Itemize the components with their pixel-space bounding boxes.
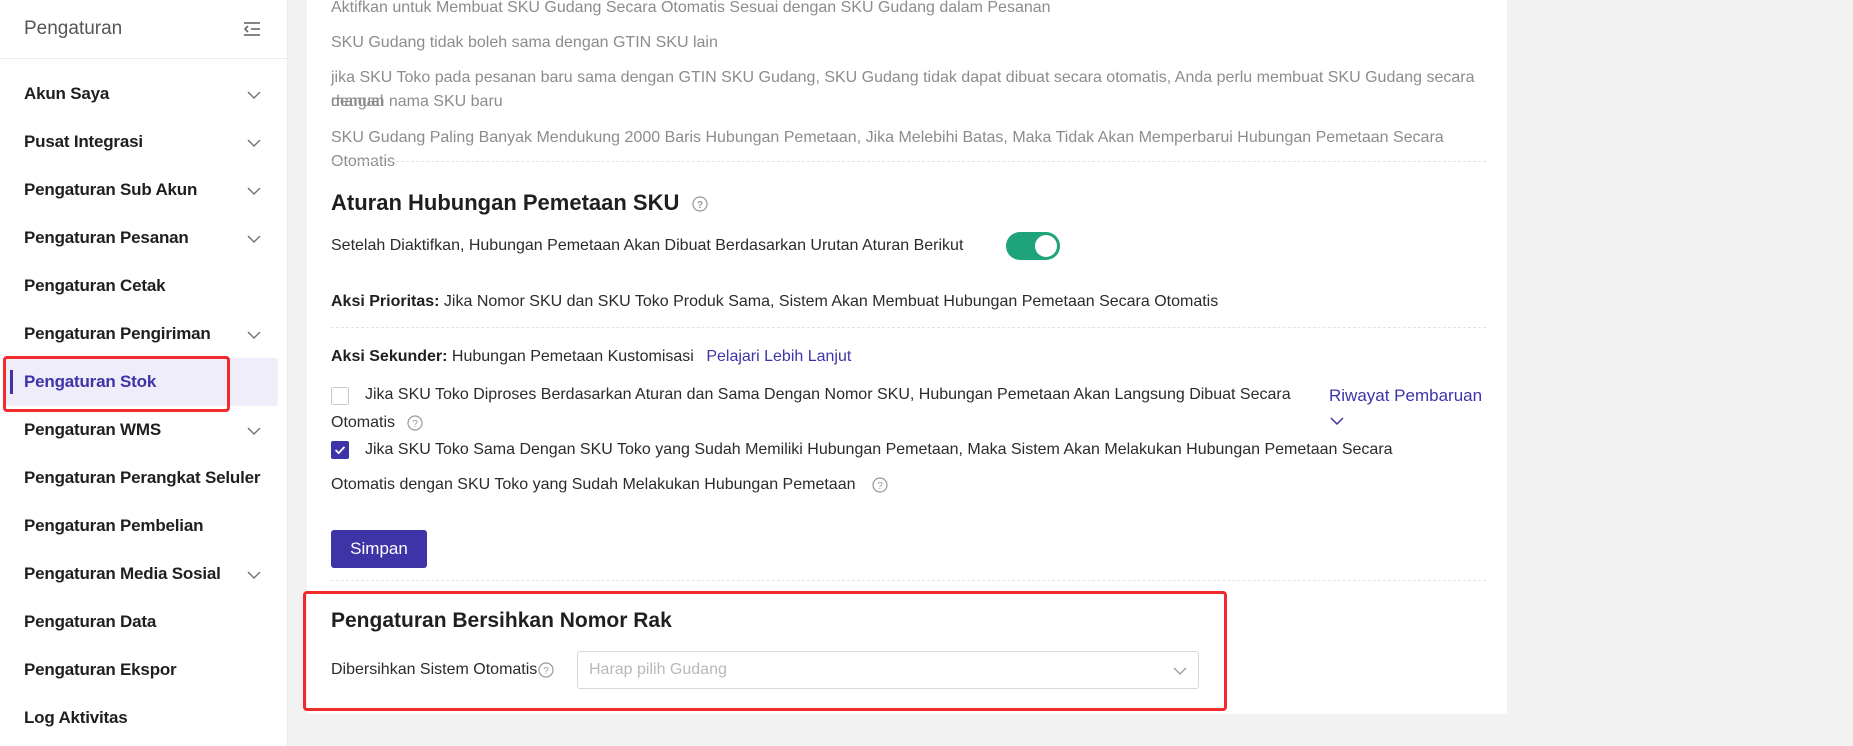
sidebar-item-sub-akun[interactable]: Pengaturan Sub Akun (0, 166, 287, 214)
save-button[interactable]: Simpan (331, 530, 427, 568)
note-text: jika SKU Toko pada pesanan baru sama den… (331, 69, 1475, 110)
highlight-box (303, 591, 1227, 711)
mapping-title: Aturan Hubungan Pemetaan SKU (331, 190, 680, 215)
sidebar-item-wms[interactable]: Pengaturan WMS (0, 406, 287, 454)
sidebar-item-media-sosial[interactable]: Pengaturan Media Sosial (0, 550, 287, 598)
chevron-down-icon (247, 91, 261, 100)
sidebar-item-label: Pusat Integrasi (24, 132, 143, 151)
option2-text-cont: Otomatis dengan SKU Toko yang Sudah Mela… (331, 473, 888, 497)
option1-text-end: Otomatis (331, 414, 396, 431)
sidebar-item-label: Pengaturan Media Sosial (24, 564, 221, 583)
sidebar-item-label: Pengaturan Sub Akun (24, 180, 198, 199)
collapse-menu-icon[interactable] (242, 20, 262, 38)
chevron-down-icon (247, 427, 261, 436)
sidebar-item-label: Pengaturan Pembelian (24, 516, 204, 535)
sidebar-item-label: Pengaturan Data (24, 612, 157, 631)
section-title: Aturan Hubungan Pemetaan SKU ? (331, 190, 708, 216)
option2-checkbox[interactable] (331, 441, 349, 459)
sidebar-item-akun-saya[interactable]: Akun Saya (0, 70, 287, 118)
svg-text:?: ? (696, 200, 702, 211)
divider (331, 161, 1486, 162)
highlight-box (3, 356, 230, 412)
secondary-text: Hubungan Pemetaan Kustomisasi (447, 348, 694, 365)
priority-action: Aksi Prioritas: Jika Nomor SKU dan SKU T… (331, 290, 1218, 314)
option2-text: Jika SKU Toko Sama Dengan SKU Toko yang … (365, 441, 1393, 458)
sidebar-title: Pengaturan (24, 18, 123, 39)
mapping-toggle-switch[interactable] (1006, 232, 1060, 260)
sidebar-item-label: Pengaturan Pesanan (24, 228, 189, 247)
sidebar-item-pusat-integrasi[interactable]: Pusat Integrasi (0, 118, 287, 166)
chevron-down-icon (247, 571, 261, 580)
sidebar-header: Pengaturan (0, 0, 287, 59)
check-icon (334, 446, 346, 455)
sidebar-item-label: Pengaturan WMS (24, 420, 161, 439)
note-text: dengan nama SKU baru (331, 93, 503, 110)
note-text: SKU Gudang Paling Banyak Mendukung 2000 … (331, 129, 1444, 170)
divider (331, 327, 1486, 328)
learn-more-link[interactable]: Pelajari Lebih Lanjut (706, 348, 851, 365)
chevron-down-icon (247, 139, 261, 148)
option1-text: Jika SKU Toko Diproses Berdasarkan Atura… (365, 386, 1291, 403)
secondary-label: Aksi Sekunder: (331, 348, 448, 365)
toggle-description: Setelah Diaktifkan, Hubungan Pemetaan Ak… (331, 237, 964, 254)
sidebar-item-label: Pengaturan Pengiriman (24, 324, 211, 343)
sidebar-item-pembelian[interactable]: Pengaturan Pembelian (0, 502, 287, 550)
help-icon[interactable]: ? (691, 196, 708, 212)
sidebar-item-label: Pengaturan Cetak (24, 276, 166, 295)
chevron-down-icon[interactable] (1329, 413, 1345, 429)
option1-text-cont: Otomatis ? (331, 411, 424, 435)
priority-text: Jika Nomor SKU dan SKU Toko Produk Sama,… (439, 293, 1219, 310)
sidebar-item-label: Log Aktivitas (24, 708, 128, 727)
divider (331, 580, 1486, 581)
option2-text-end: Otomatis dengan SKU Toko yang Sudah Mela… (331, 476, 856, 493)
svg-text:?: ? (877, 481, 883, 492)
note-text: Aktifkan untuk Membuat SKU Gudang Secara… (331, 0, 1051, 16)
sidebar-item-cetak[interactable]: Pengaturan Cetak (0, 262, 287, 310)
sidebar-item-label: Pengaturan Perangkat Seluler (24, 468, 261, 487)
help-icon[interactable]: ? (407, 415, 424, 431)
secondary-action: Aksi Sekunder: Hubungan Pemetaan Kustomi… (331, 345, 851, 369)
option1-checkbox[interactable] (331, 387, 349, 405)
svg-text:?: ? (413, 419, 419, 430)
chevron-down-icon (247, 331, 261, 340)
sidebar-item-log-aktivitas[interactable]: Log Aktivitas (0, 694, 287, 742)
sidebar-item-perangkat-seluler[interactable]: Pengaturan Perangkat Seluler (0, 454, 287, 502)
sidebar-item-data[interactable]: Pengaturan Data (0, 598, 287, 646)
priority-label: Aksi Prioritas: (331, 293, 440, 310)
sidebar-item-pesanan[interactable]: Pengaturan Pesanan (0, 214, 287, 262)
sidebar-item-label: Pengaturan Ekspor (24, 660, 177, 679)
chevron-down-icon (247, 235, 261, 244)
sidebar-item-ekspor[interactable]: Pengaturan Ekspor (0, 646, 287, 694)
toggle-knob (1035, 235, 1057, 257)
history-link[interactable]: Riwayat Pembaruan (1329, 386, 1482, 406)
help-icon[interactable]: ? (872, 477, 888, 493)
chevron-down-icon (247, 187, 261, 196)
note-text: SKU Gudang tidak boleh sama dengan GTIN … (331, 34, 718, 51)
sidebar-item-pengiriman[interactable]: Pengaturan Pengiriman (0, 310, 287, 358)
sidebar-item-label: Akun Saya (24, 84, 110, 103)
